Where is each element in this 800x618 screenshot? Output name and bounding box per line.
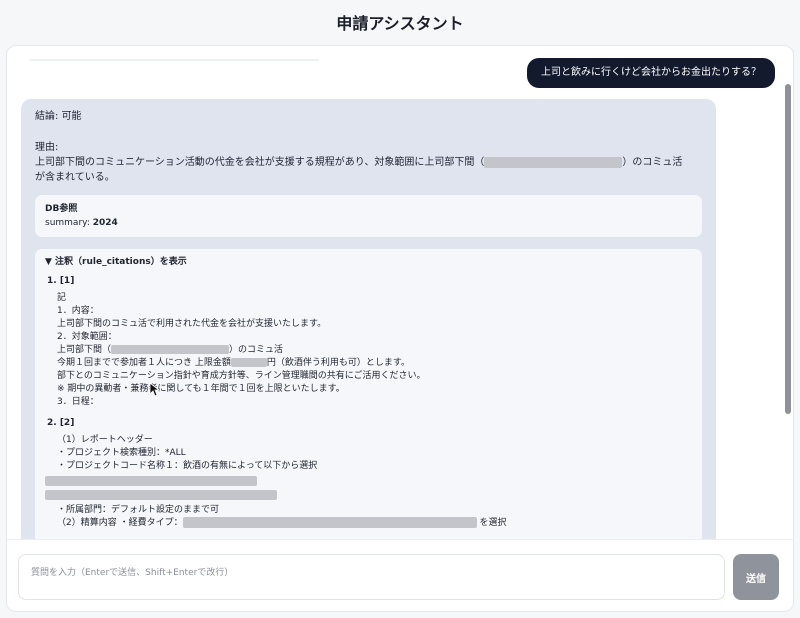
question-input[interactable] [18,554,725,600]
conclusion-text: 結論: 可能 [35,111,82,122]
citation-number: 1. [1] [47,276,75,286]
citation-line: 今期１回までで参加者１人につき 上限金額 円（飲酒伴う利用も可）とします。 [57,357,692,370]
assistant-message-card: 結論: 可能 理由: 上司部下間のコミュニケーション活動の代金を会社が支援する規… [21,99,716,549]
db-summary: summary: 2024 [45,216,692,230]
citation-text: （2）精算内容 ・経費タイプ： [57,518,183,528]
citation-line: 1．内容： [57,306,99,316]
citation-line: 部下とのコミュニケーション指針や育成方針等、ライン管理職間の共有にご活用ください… [57,371,426,381]
citation-text: 今期１回までで参加者１人につき 上限金額 [57,358,231,368]
reason-text-part: ）のコミュ活 [622,157,683,168]
citation-line: 上司部下間（ ）のコミュ活 [57,344,692,357]
redacted-block [484,156,623,168]
db-summary-value: 2024 [92,218,118,228]
page-title: 申請アシスタント [336,14,464,33]
citation-line: （2）精算内容 ・経費タイプ： を選択 [57,517,692,530]
redacted-block [230,358,267,367]
citation-line: 3．日程： [57,397,99,407]
citation-line: ・プロジェクト検索種別：*ALL [57,448,186,458]
citation-line: ・所属部門：デフォルト設定のままで可 [57,505,220,515]
citation-number: 2. [2] [47,418,75,428]
citations-toggle[interactable]: ▼ 注釈（rule_citations）を表示 [45,256,692,269]
citation-line: 2．対象範囲： [57,332,117,342]
input-area: 送信 [7,539,793,611]
citation-body: （1）レポートヘッダー ・プロジェクト検索種別：*ALL ・プロジェクトコード名… [57,434,692,473]
chat-scrollbar[interactable] [785,84,791,414]
citation-line: 上司部下間のコミュ活で利用された代金を会社が支援いたします。 [57,319,327,329]
citation-text: ）のコミュ活 [229,345,284,355]
reason-label: 理由: [35,142,59,153]
reason-text: 上司部下間のコミュニケーション活動の代金を会社が支援する規程があり、対象範囲に上… [35,155,702,185]
citation-text: 円（飲酒伴う利用も可）とします。 [266,358,410,368]
reason-text-part: 上司部下間のコミュニケーション活動の代金を会社が支援する規程があり、対象範囲に上… [35,157,485,168]
db-reference-title: DB参照 [45,204,78,214]
redacted-block [182,517,477,528]
redacted-block [111,345,230,354]
db-summary-label: summary: [45,218,93,228]
citation-text: 上司部下間（ [57,345,112,355]
citation-line: （1）レポートヘッダー [57,435,153,445]
chat-panel: 上司と飲みに行くけど会社からお金出たりする？ 結論: 可能 理由: 上司部下間の… [6,45,794,612]
redacted-block [45,490,277,500]
citation-line: ・プロジェクトコード名称１：飲酒の有無によって以下から選択 [57,461,318,471]
citation-text: を選択 [479,518,507,528]
mouse-cursor-icon [149,382,161,397]
citation-line: 記 [57,293,67,303]
citation-body: ・所属部門：デフォルト設定のままで可 （2）精算内容 ・経費タイプ： を選択 [57,504,692,530]
send-button[interactable]: 送信 [733,554,779,600]
redacted-block [45,476,257,486]
citations-box: ▼ 注釈（rule_citations）を表示 1. [1] 記 1．内容： 上… [35,249,702,549]
faded-line [29,59,319,61]
reason-text-part: が含まれている。 [35,172,115,183]
user-message-bubble: 上司と飲みに行くけど会社からお金出たりする？ [527,58,775,88]
db-reference-box: DB参照 summary: 2024 [35,195,702,237]
